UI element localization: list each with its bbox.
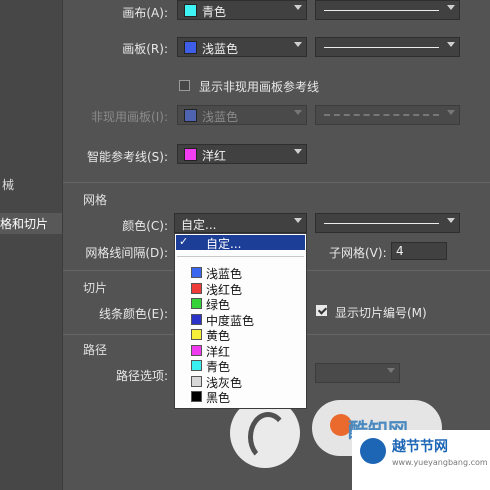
color-swatch [191, 344, 202, 356]
solid-line-icon [324, 10, 439, 11]
artboard-label: 画板(R): [122, 42, 168, 56]
slice-line-color-label: 线条颜色(E): [99, 307, 168, 321]
dropdown-item-label: 绿色 [206, 298, 231, 312]
dropdown-item-label: 青色 [206, 360, 231, 374]
dropdown-item[interactable]: 绿色 [191, 296, 301, 312]
dropdown-item-label: 黑色 [206, 391, 231, 405]
smart-guides-label: 智能参考线(S): [86, 150, 168, 164]
dropdown-item-label: 黄色 [206, 329, 231, 343]
grid-color-dropdown-list[interactable]: ✓ 自定... 浅蓝色 浅红色 绿色 中度蓝色 黄色 洋红 青色 浅灰色 黑色 [174, 233, 307, 409]
canvas-color-select[interactable]: 青色 [177, 0, 307, 20]
chevron-down-icon [294, 149, 302, 154]
dropdown-item[interactable]: 中度蓝色 [191, 312, 301, 328]
color-swatch [191, 329, 202, 340]
inactive-artboard-color-select[interactable]: 浅蓝色 [177, 105, 307, 125]
canvas-label: 画布(A): [122, 6, 168, 20]
grid-color-text: 自定... [181, 218, 217, 232]
smart-guides-color-text: 洋红 [202, 149, 227, 163]
chevron-down-icon [447, 42, 455, 47]
show-slice-numbers-label: 显示切片编号(M) [335, 306, 427, 320]
color-swatch [191, 360, 202, 371]
dropdown-item[interactable]: 浅红色 [191, 281, 301, 297]
dropdown-item[interactable]: 洋红 [191, 343, 301, 359]
dropdown-separator [177, 256, 304, 257]
inactive-artboard-color-swatch [184, 109, 197, 122]
subdivisions-label: 子网格(V): [329, 246, 387, 260]
dropdown-item[interactable]: 浅灰色 [191, 374, 301, 390]
dropdown-item[interactable]: 黑色 [191, 389, 301, 405]
corner-watermark: 越节节网 www.yueyangbang.com [352, 430, 490, 490]
path-options-label: 路径选项: [115, 369, 168, 383]
chevron-down-icon [387, 368, 395, 373]
chevron-down-icon [447, 110, 455, 115]
dropdown-item-label: 浅灰色 [206, 375, 243, 390]
dropdown-item-custom-label: 自定... [206, 237, 242, 251]
solid-line-icon [324, 223, 439, 224]
dropdown-item-custom[interactable]: ✓ 自定... [176, 235, 305, 251]
grid-section-title: 网格 [83, 193, 108, 207]
sidebar-item-partial[interactable]: 械 [2, 176, 14, 193]
inactive-artboard-style-select[interactable] [315, 105, 460, 125]
canvas-style-select[interactable] [315, 0, 460, 20]
slices-section-title: 切片 [83, 281, 108, 295]
dropdown-item-label: 洋红 [206, 344, 231, 359]
color-swatch [191, 375, 202, 387]
path-section-title: 路径 [83, 343, 108, 357]
corner-watermark-title: 越节节网 [392, 439, 448, 455]
dropdown-item[interactable]: 黄色 [191, 327, 301, 343]
smart-guides-color-select[interactable]: 洋红 [177, 144, 307, 164]
corner-watermark-url: www.yueyangbang.com [392, 458, 488, 467]
color-swatch [191, 313, 202, 325]
smart-guides-color-swatch [184, 148, 197, 161]
grid-style-select[interactable] [315, 213, 460, 233]
grid-color-label: 颜色(C): [122, 219, 168, 233]
inactive-artboard-label: 非现用画板(I): [91, 110, 168, 124]
subdivisions-input[interactable]: 4 [391, 242, 447, 260]
chevron-down-icon [294, 42, 302, 47]
show-inactive-artboard-label: 显示非现用画板参考线 [199, 80, 320, 94]
show-slice-numbers-checkbox[interactable] [316, 305, 327, 316]
show-inactive-artboard-checkbox[interactable] [179, 80, 190, 91]
chevron-down-icon [294, 110, 302, 115]
color-swatch [191, 267, 202, 278]
dropdown-item-label: 浅蓝色 [206, 267, 243, 281]
corner-logo-icon [360, 438, 386, 464]
chevron-down-icon [294, 5, 302, 10]
dropdown-item-label: 浅红色 [206, 282, 243, 297]
grid-section-divider [63, 182, 490, 183]
chevron-down-icon [447, 5, 455, 10]
canvas-color-text: 青色 [202, 5, 227, 19]
dropdown-item-label: 中度蓝色 [206, 313, 255, 328]
preferences-sidebar: 械 格和切片 [0, 0, 63, 490]
grid-spacing-label: 网格线间隔(D): [85, 246, 168, 260]
checkmark-icon: ✓ [179, 235, 189, 248]
inactive-artboard-color-text: 浅蓝色 [202, 110, 239, 124]
color-swatch [191, 298, 202, 309]
sidebar-item-grid-and-slices[interactable]: 格和切片 [0, 213, 62, 234]
chevron-down-icon [294, 218, 302, 223]
color-swatch [191, 391, 202, 402]
canvas-color-swatch [184, 4, 197, 17]
color-swatch [191, 282, 202, 294]
grid-color-select[interactable]: 自定... [174, 213, 307, 233]
artboard-color-select[interactable]: 浅蓝色 [177, 37, 307, 57]
dropdown-item[interactable]: 青色 [191, 358, 301, 374]
artboard-color-swatch [184, 41, 197, 54]
chevron-down-icon [447, 218, 455, 223]
dashed-line-icon [324, 114, 439, 116]
artboard-color-text: 浅蓝色 [202, 42, 239, 56]
artboard-style-select[interactable] [315, 37, 460, 57]
dropdown-item[interactable]: 浅蓝色 [191, 265, 301, 281]
path-style-select[interactable] [315, 363, 400, 383]
solid-line-icon [324, 47, 439, 48]
